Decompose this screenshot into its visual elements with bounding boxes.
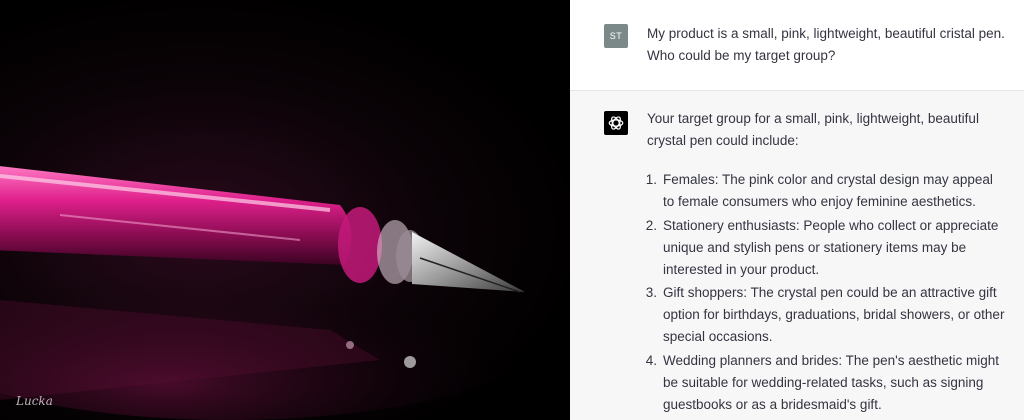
openai-logo-icon-svg: [608, 116, 624, 130]
list-item: 4. Wedding planners and brides: The pen's…: [645, 352, 1000, 412]
list-item: 2. Stationery enthusiasts: People who col…: [645, 217, 999, 277]
openai-logo-icon: [604, 111, 628, 135]
user-message-text: My product is a small, pink, lightweight…: [647, 26, 1005, 63]
user-avatar: ST: [604, 24, 628, 48]
answer-list: 1. Females: The pink color and crystal de…: [645, 169, 1007, 417]
assistant-message-row: Your target group for a small, pink, lig…: [570, 91, 1024, 420]
artist-signature: Lucka: [16, 394, 53, 408]
user-message-row: ST My product is a small, pink, lightwei…: [570, 0, 1024, 91]
list-item: 1. Females: The pink color and crystal de…: [645, 172, 993, 209]
list-item: 3. Gift shoppers: The crystal pen could b…: [645, 285, 1005, 344]
chat-panel: ST My product is a small, pink, lightwei…: [570, 0, 1024, 420]
assistant-intro-text: Your target group for a small, pink, lig…: [647, 111, 979, 148]
pen-photo: Lucka: [0, 0, 570, 420]
pink-crystal-pen-image: [0, 166, 550, 420]
